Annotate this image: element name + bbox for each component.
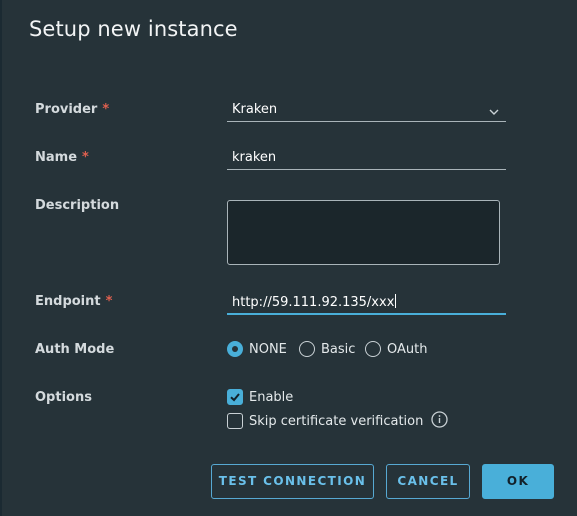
check-icon bbox=[230, 393, 240, 402]
setup-instance-dialog: Setup new instance Provider * Kraken Name… bbox=[2, 0, 577, 516]
chevron-down-icon bbox=[488, 103, 500, 122]
radio-basic-label: Basic bbox=[321, 341, 356, 357]
endpoint-value-text: http://59.111.92.135/xxx bbox=[232, 295, 395, 310]
radio-basic[interactable] bbox=[299, 341, 315, 357]
radio-oauth-label: OAuth bbox=[387, 341, 428, 357]
required-marker: * bbox=[82, 150, 89, 165]
text-caret bbox=[395, 294, 397, 308]
cancel-button[interactable]: CANCEL bbox=[386, 464, 470, 499]
endpoint-input-value: http://59.111.92.135/xxx bbox=[232, 294, 397, 310]
provider-select[interactable]: Kraken bbox=[227, 100, 506, 122]
auth-mode-oauth[interactable]: OAuth bbox=[365, 341, 427, 357]
skip-cert-checkbox[interactable] bbox=[227, 413, 243, 429]
auth-mode-label: Auth Mode bbox=[35, 342, 115, 357]
description-textarea[interactable] bbox=[227, 200, 500, 265]
skip-cert-checkbox-label: Skip certificate verification bbox=[249, 413, 424, 429]
required-marker: * bbox=[102, 102, 110, 117]
enable-checkbox-label: Enable bbox=[249, 389, 294, 405]
provider-selected-value: Kraken bbox=[232, 102, 278, 117]
options-label: Options bbox=[35, 390, 92, 405]
endpoint-input[interactable]: http://59.111.92.135/xxx bbox=[227, 292, 506, 315]
name-input[interactable]: kraken bbox=[227, 148, 506, 170]
provider-label: Provider * bbox=[35, 102, 109, 117]
name-label: Name * bbox=[35, 150, 89, 165]
info-icon[interactable] bbox=[431, 410, 449, 432]
test-connection-button[interactable]: TEST CONNECTION bbox=[211, 464, 374, 499]
name-label-text: Name bbox=[35, 150, 78, 165]
endpoint-label: Endpoint * bbox=[35, 294, 112, 309]
auth-mode-basic[interactable]: Basic bbox=[299, 341, 355, 357]
radio-none-label: NONE bbox=[249, 341, 287, 357]
description-label: Description bbox=[35, 198, 120, 213]
auth-mode-none[interactable]: NONE bbox=[227, 341, 287, 357]
skip-cert-option[interactable]: Skip certificate verification bbox=[227, 410, 449, 432]
endpoint-label-text: Endpoint bbox=[35, 294, 101, 309]
provider-label-text: Provider bbox=[35, 102, 98, 117]
radio-oauth[interactable] bbox=[365, 341, 381, 357]
dialog-title: Setup new instance bbox=[29, 17, 238, 41]
name-input-value: kraken bbox=[232, 150, 277, 165]
radio-none[interactable] bbox=[227, 341, 243, 357]
enable-option[interactable]: Enable bbox=[227, 389, 293, 405]
enable-checkbox[interactable] bbox=[227, 389, 243, 405]
ok-button[interactable]: OK bbox=[482, 464, 554, 499]
required-marker: * bbox=[105, 294, 113, 309]
